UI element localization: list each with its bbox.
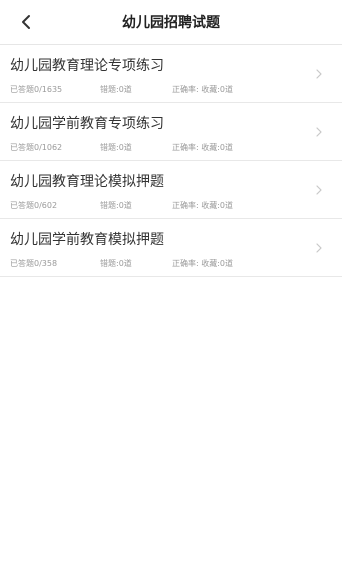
answered-count: 已答题0/1062 [10, 143, 63, 152]
answered-count: 已答题0/358 [10, 259, 58, 268]
list-item-education-theory-practice[interactable]: 幼儿园教育理论专项练习 已答题0/1635 错题:0道 正确率: 收藏:0道 [0, 45, 342, 103]
chevron-right-icon [316, 185, 322, 195]
chevron-right-icon [316, 69, 322, 79]
answered-count: 已答题0/1635 [10, 85, 63, 94]
item-meta: 已答题0/1062 错题:0道 正确率: 收藏:0道 [10, 142, 330, 153]
back-arrow-icon [22, 15, 30, 29]
chevron-right-icon [316, 127, 322, 137]
item-title: 幼儿园学前教育专项练习 [10, 116, 164, 132]
wrong-count: 错题:0道 [100, 201, 132, 210]
accuracy-favorites: 正确率: 收藏:0道 [172, 143, 234, 152]
wrong-count: 错题:0道 [100, 143, 132, 152]
item-title: 幼儿园教育理论专项练习 [10, 58, 164, 74]
item-meta: 已答题0/358 错题:0道 正确率: 收藏:0道 [10, 258, 330, 269]
item-meta: 已答题0/1635 错题:0道 正确率: 收藏:0道 [10, 84, 330, 95]
chevron-right-icon [316, 243, 322, 253]
answered-count: 已答题0/602 [10, 201, 58, 210]
accuracy-favorites: 正确率: 收藏:0道 [172, 85, 234, 94]
item-meta: 已答题0/602 错题:0道 正确率: 收藏:0道 [10, 200, 330, 211]
list-item-preschool-practice[interactable]: 幼儿园学前教育专项练习 已答题0/1062 错题:0道 正确率: 收藏:0道 [0, 103, 342, 161]
exercise-list: 幼儿园教育理论专项练习 已答题0/1635 错题:0道 正确率: 收藏:0道 幼儿园… [0, 45, 342, 277]
accuracy-favorites: 正确率: 收藏:0道 [172, 201, 234, 210]
accuracy-favorites: 正确率: 收藏:0道 [172, 259, 234, 268]
page-title: 幼儿园招聘试题 [122, 15, 220, 31]
wrong-count: 错题:0道 [100, 259, 132, 268]
nav-bar: 幼儿园招聘试题 [0, 0, 342, 45]
back-button[interactable] [12, 8, 40, 36]
list-item-education-theory-mock[interactable]: 幼儿园教育理论模拟押题 已答题0/602 错题:0道 正确率: 收藏:0道 [0, 161, 342, 219]
wrong-count: 错题:0道 [100, 85, 132, 94]
app-screen: 幼儿园招聘试题 幼儿园教育理论专项练习 已答题0/1635 错题:0道 正确率: 收… [0, 0, 342, 569]
list-item-preschool-mock[interactable]: 幼儿园学前教育模拟押题 已答题0/358 错题:0道 正确率: 收藏:0道 [0, 219, 342, 277]
item-title: 幼儿园教育理论模拟押题 [10, 174, 164, 190]
item-title: 幼儿园学前教育模拟押题 [10, 232, 164, 248]
